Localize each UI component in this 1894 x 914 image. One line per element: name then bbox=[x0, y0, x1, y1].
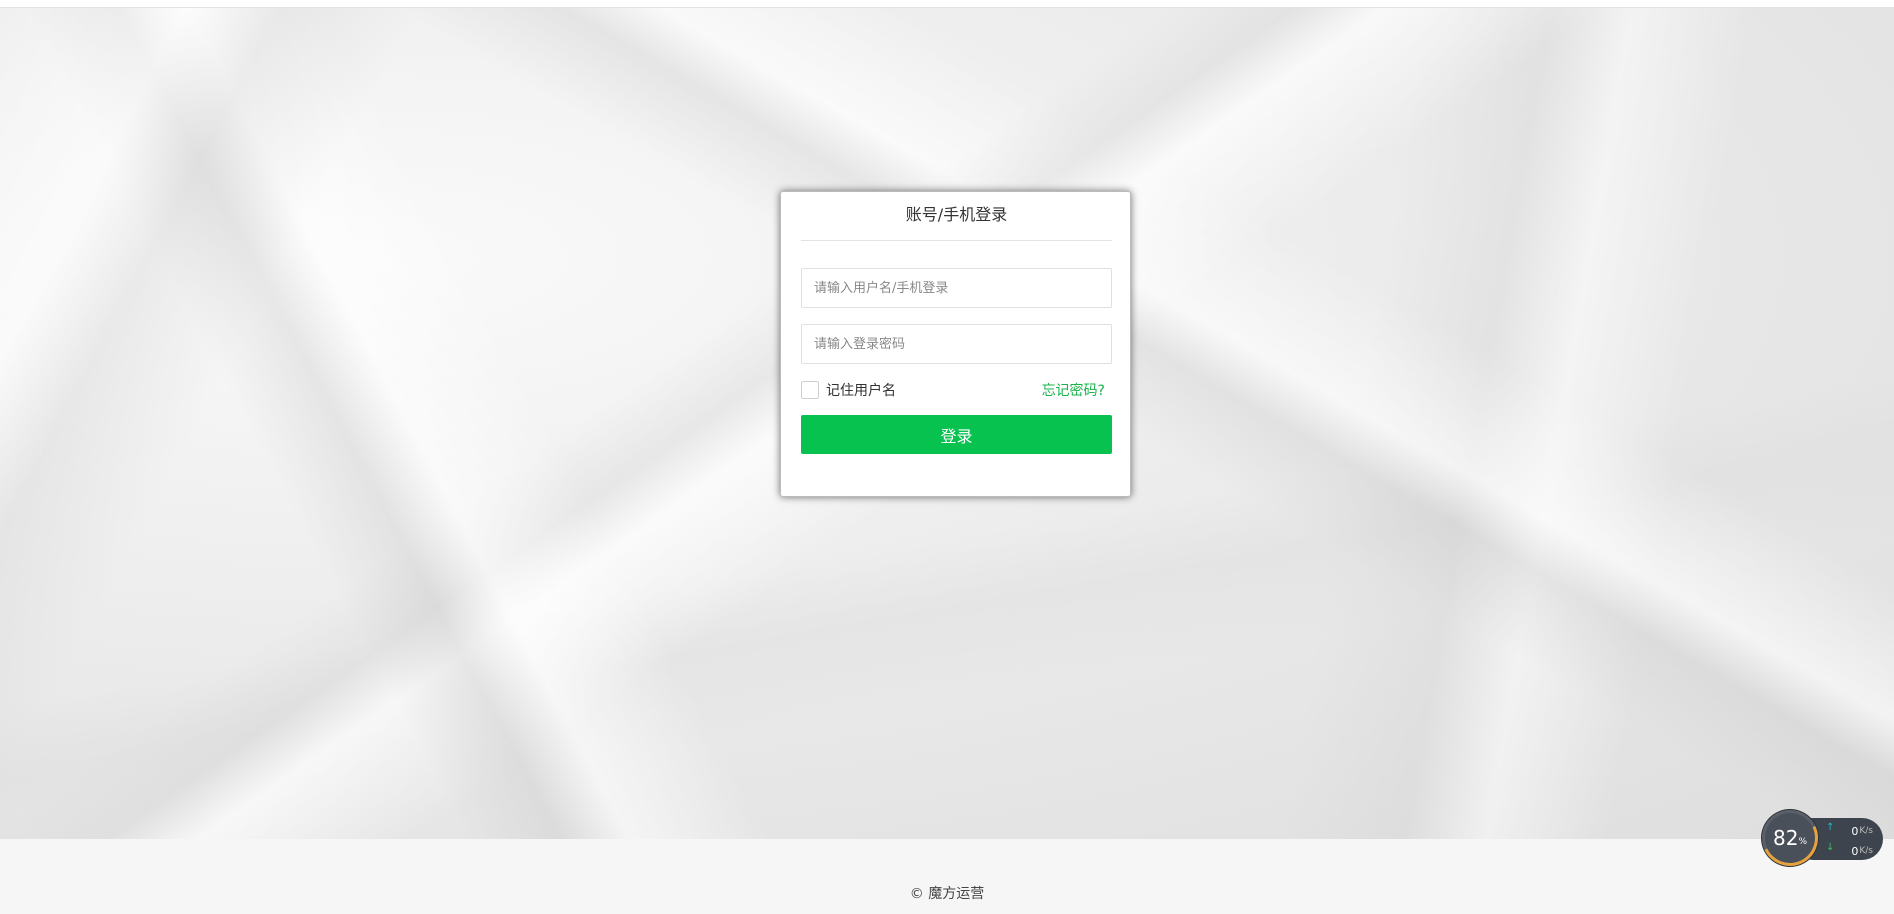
forgot-password-link[interactable]: 忘记密码? bbox=[1042, 380, 1105, 400]
download-rate-unit: K/s bbox=[1859, 846, 1873, 856]
memory-usage-gauge[interactable]: 82% bbox=[1754, 802, 1826, 874]
download-rate-value: 0 bbox=[1851, 844, 1859, 858]
network-speed-widget[interactable]: ↑ ↓ 0 K/s 0 K/s 82% bbox=[1754, 802, 1883, 874]
gauge-percent: 82 bbox=[1772, 826, 1799, 850]
footer-copyright: © 魔方运营 bbox=[909, 886, 985, 902]
download-arrow-icon: ↓ bbox=[1826, 842, 1835, 853]
remember-username[interactable]: 记住用户名 bbox=[801, 380, 896, 400]
login-button[interactable]: 登录 bbox=[801, 415, 1112, 454]
login-card: 账号/手机登录 记住用户名 忘记密码? 登录 bbox=[780, 191, 1131, 497]
upload-arrow-icon: ↑ bbox=[1826, 822, 1835, 833]
username-input[interactable] bbox=[801, 268, 1112, 308]
top-border bbox=[0, 0, 1894, 8]
gauge-percent-unit: % bbox=[1798, 837, 1807, 847]
gauge-readout: 82% bbox=[1765, 813, 1815, 863]
download-rate: 0 K/s bbox=[1851, 843, 1873, 859]
remember-label[interactable]: 记住用户名 bbox=[826, 380, 896, 400]
upload-rate: 0 K/s bbox=[1851, 823, 1873, 839]
upload-rate-unit: K/s bbox=[1859, 826, 1873, 836]
login-title: 账号/手机登录 bbox=[801, 203, 1112, 241]
remember-checkbox[interactable] bbox=[801, 381, 819, 399]
password-input[interactable] bbox=[801, 324, 1112, 364]
upload-rate-value: 0 bbox=[1851, 824, 1859, 838]
